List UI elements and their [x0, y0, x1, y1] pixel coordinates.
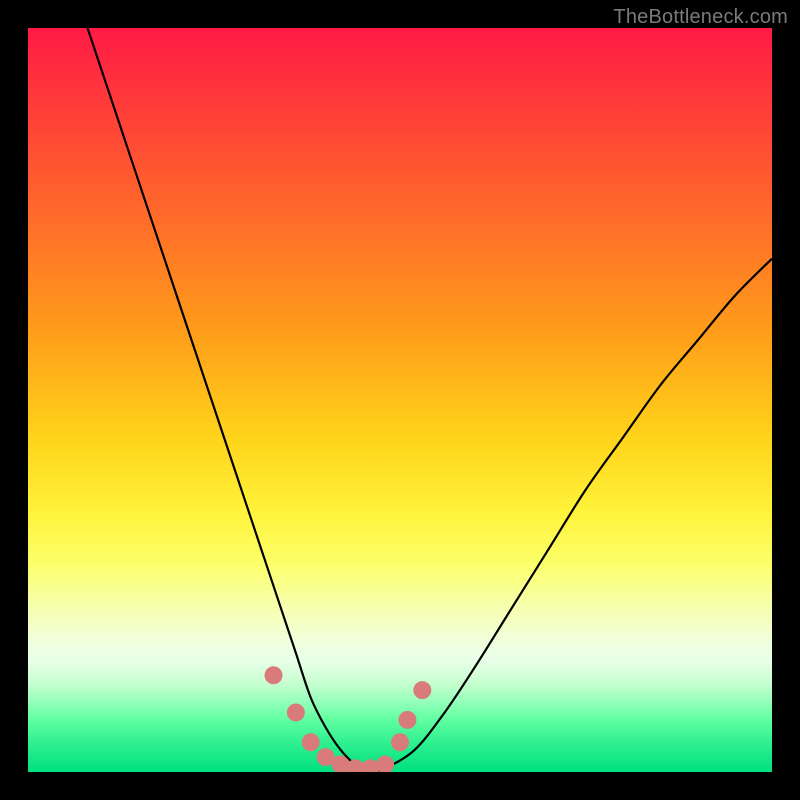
- curve-path: [88, 28, 772, 772]
- marker-dot: [265, 666, 283, 684]
- marker-dot: [376, 756, 394, 772]
- bottleneck-curve: [88, 28, 772, 772]
- marker-dot: [391, 733, 409, 751]
- watermark-text: TheBottleneck.com: [613, 6, 788, 29]
- chart-svg: [28, 28, 772, 772]
- marker-dot: [287, 703, 305, 721]
- marker-dot: [413, 681, 431, 699]
- marker-dot: [302, 733, 320, 751]
- marker-dot: [398, 711, 416, 729]
